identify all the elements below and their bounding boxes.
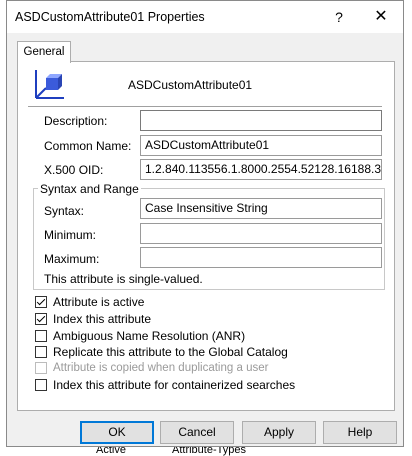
cancel-button[interactable]: Cancel <box>160 421 234 444</box>
minimum-label: Minimum: <box>44 228 97 242</box>
background-window-bottom: Active Attribute-Types <box>0 444 412 456</box>
checkbox-attribute-active[interactable]: Attribute is active <box>35 294 144 310</box>
checkbox-label: Ambiguous Name Resolution (ANR) <box>53 329 246 343</box>
apply-button[interactable]: Apply <box>242 421 316 444</box>
checkbox-box[interactable] <box>35 379 47 391</box>
checkbox-label: Attribute is active <box>53 295 145 309</box>
help-button[interactable]: Help <box>323 421 397 444</box>
help-icon[interactable]: ? <box>327 7 351 27</box>
checkbox-anr[interactable]: Ambiguous Name Resolution (ANR) <box>35 328 245 344</box>
separator <box>28 106 382 107</box>
checkbox-index-containerized[interactable]: Index this attribute for containerized s… <box>35 377 295 393</box>
checkbox-box[interactable] <box>35 330 47 342</box>
common-name-field[interactable]: ASDCustomAttribute01 <box>140 135 382 156</box>
object-name: ASDCustomAttribute01 <box>128 78 253 92</box>
checkbox-replicate-gc[interactable]: Replicate this attribute to the Global C… <box>35 344 288 360</box>
checkbox-label: Index this attribute <box>53 312 152 326</box>
syntax-field[interactable]: Case Insensitive String <box>140 198 382 219</box>
syntax-label: Syntax: <box>44 204 85 218</box>
window-title: ASDCustomAttribute01 Properties <box>15 10 205 24</box>
tab-general[interactable]: General <box>17 41 71 63</box>
checkbox-box[interactable] <box>35 296 47 308</box>
oid-field[interactable]: 1.2.840.113556.1.8000.2554.52128.16188.3… <box>140 159 382 180</box>
description-field[interactable] <box>140 110 382 131</box>
checkbox-label: Attribute is copied when duplicating a u… <box>53 362 269 374</box>
syntax-range-title: Syntax and Range <box>38 182 141 196</box>
title-bar[interactable]: ASDCustomAttribute01 Properties ? ✕ <box>7 1 403 33</box>
checkbox-index-attribute[interactable]: Index this attribute <box>35 311 151 327</box>
single-valued-note: This attribute is single-valued. <box>44 272 203 286</box>
maximum-field[interactable] <box>140 247 382 268</box>
properties-dialog: ASDCustomAttribute01 Properties ? ✕ Gene… <box>6 0 404 447</box>
ok-button[interactable]: OK <box>80 421 154 444</box>
checkbox-copied-when-duplicating: Attribute is copied when duplicating a u… <box>35 360 268 376</box>
general-panel: ASDCustomAttribute01 Description: Common… <box>17 61 395 411</box>
minimum-field[interactable] <box>140 223 382 244</box>
common-name-label: Common Name: <box>44 139 132 153</box>
checkbox-label: Replicate this attribute to the Global C… <box>53 345 288 359</box>
checkbox-box <box>35 362 47 374</box>
description-label: Description: <box>44 114 108 128</box>
close-icon[interactable]: ✕ <box>369 7 393 27</box>
oid-label: X.500 OID: <box>44 163 104 177</box>
attribute-icon <box>35 70 64 99</box>
checkbox-box[interactable] <box>35 313 47 325</box>
checkbox-box[interactable] <box>35 346 47 358</box>
checkbox-label: Index this attribute for containerized s… <box>53 378 296 392</box>
maximum-label: Maximum: <box>44 252 100 266</box>
